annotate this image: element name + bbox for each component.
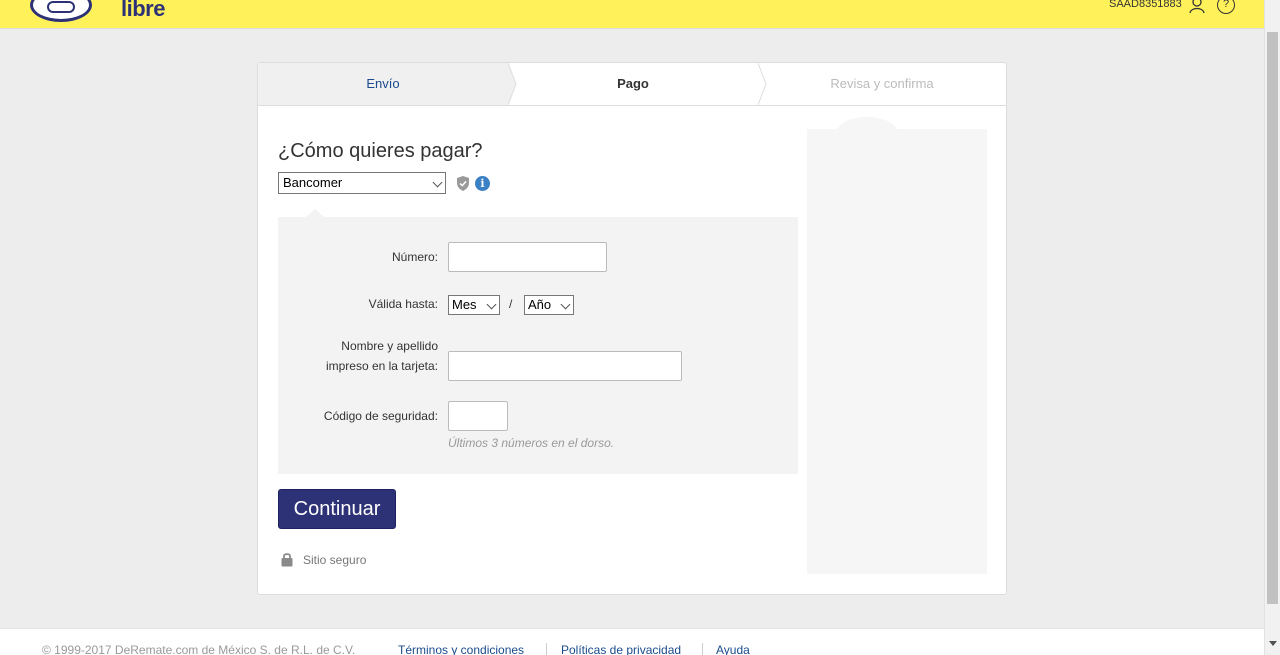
step-revisa: Revisa y confirma (830, 76, 934, 91)
handshake-icon (47, 1, 75, 13)
step-envio[interactable]: Envío (258, 63, 508, 105)
lock-icon (281, 553, 293, 567)
continue-button[interactable]: Continuar (278, 489, 396, 529)
expiry-month-select[interactable]: Mes (448, 295, 500, 315)
mercadolibre-logo[interactable] (30, 0, 92, 22)
scroll-down-arrow-icon[interactable] (1269, 641, 1277, 646)
expiry-month-value: Mes (452, 297, 477, 312)
card-form-panel: Número: Válida hasta: Mes / Año Nombre y… (278, 209, 798, 474)
card-number-input[interactable] (448, 242, 607, 272)
user-id[interactable]: SAAD8351883 (1109, 0, 1182, 10)
security-code-hint: Últimos 3 números en el dorso. (448, 436, 615, 450)
secure-site-label: Sitio seguro (303, 553, 367, 567)
expiry-year-select[interactable]: Año (524, 295, 574, 315)
top-header: libre SAAD8351883 ? (0, 0, 1264, 28)
payment-title: ¿Cómo quieres pagar? (278, 140, 483, 162)
user-icon[interactable] (1188, 0, 1206, 14)
summary-decoration (837, 117, 897, 147)
chevron-down-icon (560, 299, 571, 310)
cardholder-label-line2: impreso en la tarjeta: (325, 359, 438, 373)
page-footer: © 1999-2017 DeRemate.com de México S. de… (0, 628, 1264, 655)
order-summary-placeholder (807, 117, 987, 574)
logo-text[interactable]: libre (121, 0, 165, 22)
info-icon[interactable]: i (475, 176, 490, 191)
expiry-separator: / (509, 297, 513, 311)
checkout-card: Envío Pago Revisa y confirma ¿Cómo quier… (257, 62, 1007, 595)
security-code-label: Código de seguridad: (323, 409, 438, 423)
cardholder-name-input[interactable] (448, 351, 682, 381)
scrollbar-thumb[interactable] (1267, 32, 1278, 604)
bank-select[interactable]: Bancomer (278, 172, 446, 194)
panel-notch (306, 209, 324, 217)
footer-help-link[interactable]: Ayuda (716, 643, 750, 655)
valid-until-label: Válida hasta: (368, 297, 438, 311)
chevron-down-icon (486, 299, 497, 310)
checkout-steps: Envío Pago Revisa y confirma (258, 63, 1006, 106)
footer-privacy-link[interactable]: Políticas de privacidad (561, 643, 681, 655)
footer-divider (546, 643, 547, 655)
footer-terms-link[interactable]: Términos y condiciones (398, 643, 524, 655)
security-code-input[interactable] (448, 401, 508, 431)
footer-copyright: © 1999-2017 DeRemate.com de México S. de… (42, 643, 356, 655)
step-pago: Pago (617, 76, 649, 91)
help-icon[interactable]: ? (1217, 0, 1235, 14)
page-scrollbar[interactable] (1264, 0, 1280, 655)
footer-divider (702, 643, 703, 655)
bank-select-value: Bancomer (283, 175, 343, 190)
chevron-down-icon (432, 177, 443, 188)
shield-icon (457, 176, 469, 191)
expiry-year-value: Año (528, 297, 552, 312)
cardholder-label-line1: Nombre y apellido (341, 339, 438, 353)
number-label: Número: (391, 250, 438, 264)
